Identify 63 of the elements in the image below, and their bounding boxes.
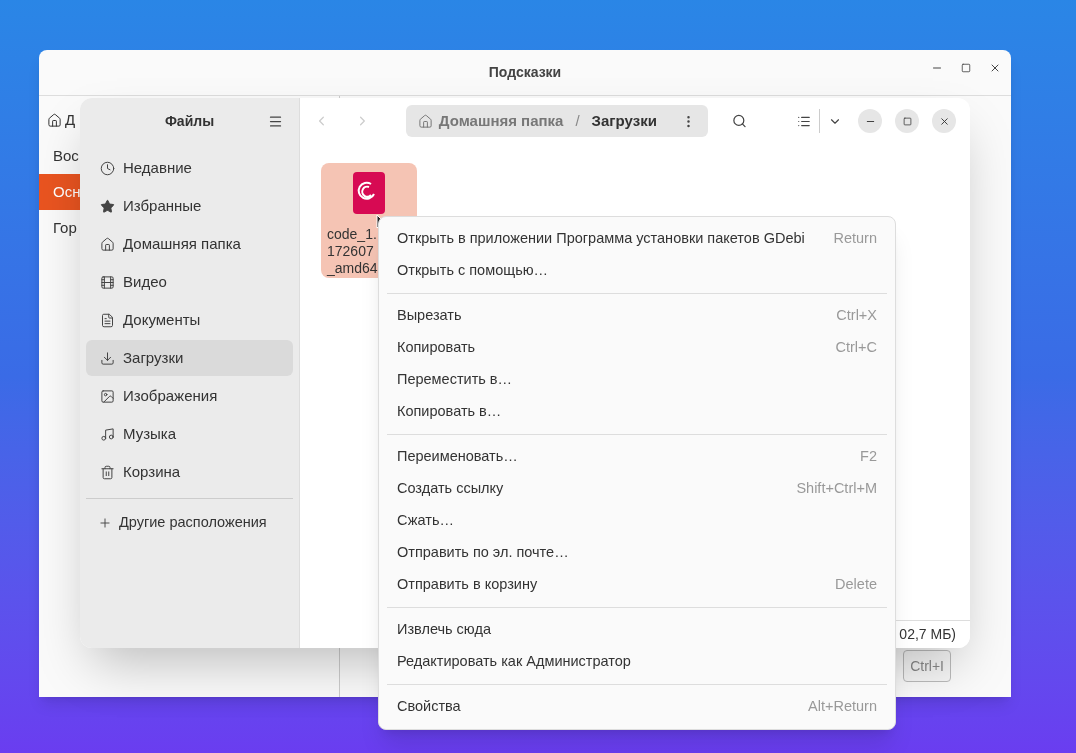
maximize-icon[interactable] xyxy=(961,63,971,73)
sidebar-title: Файлы xyxy=(164,111,215,131)
path-segment[interactable]: Домашняя папка xyxy=(438,109,564,133)
shortcut-label: F2 xyxy=(860,447,877,467)
file-name: _amd64 xyxy=(327,260,378,277)
sidebar-item[interactable]: Д xyxy=(39,102,80,138)
sidebar-item[interactable]: Избранные xyxy=(86,188,293,224)
shortcut-label: Alt+Return xyxy=(808,697,877,717)
close-icon xyxy=(938,115,950,127)
close-icon[interactable] xyxy=(989,62,1001,74)
shortcut-label: Ctrl+X xyxy=(836,306,877,326)
sidebar-item[interactable]: Другие расположения xyxy=(86,505,293,541)
package-icon xyxy=(353,172,385,214)
menu-item[interactable]: Копировать Ctrl+C xyxy=(387,332,887,364)
home-icon xyxy=(47,112,62,128)
window-title: Подсказки xyxy=(488,63,562,82)
file-name: 172607 xyxy=(327,243,375,260)
file-name: code_1. xyxy=(327,226,378,243)
menu-item[interactable]: Переименовать… F2 xyxy=(387,441,887,473)
maximize-icon xyxy=(902,116,912,126)
sidebar-item[interactable]: Вос xyxy=(39,138,80,174)
sidebar-item[interactable]: Домашняя папка xyxy=(86,226,293,262)
shortcut-label: Ctrl+C xyxy=(835,338,877,358)
sidebar-item[interactable]: Изображения xyxy=(86,378,293,414)
close-button[interactable] xyxy=(932,109,957,133)
clock-icon xyxy=(100,160,115,176)
maximize-button[interactable] xyxy=(895,109,920,133)
menu-item[interactable]: Отправить в корзину Delete xyxy=(387,569,887,601)
film-icon xyxy=(100,274,115,290)
menu-item[interactable]: Вырезать Ctrl+X xyxy=(387,300,887,332)
shortcut-label: Shift+Ctrl+M xyxy=(796,479,877,499)
menu-item[interactable]: Переместить в… xyxy=(387,364,887,396)
menu-item[interactable]: Создать ссылку Shift+Ctrl+M xyxy=(387,473,887,505)
sidebar-item[interactable]: Корзина xyxy=(86,454,293,490)
status-text: 02,7 МБ) xyxy=(899,625,956,644)
image-icon xyxy=(100,388,115,404)
sidebar-item[interactable]: Гор xyxy=(39,210,80,246)
sidebar-item[interactable]: Документы xyxy=(86,302,293,338)
home-icon xyxy=(417,113,433,129)
home-icon xyxy=(100,236,115,252)
path-separator: / xyxy=(575,110,580,131)
download-icon xyxy=(100,350,115,366)
document-icon xyxy=(100,312,115,328)
sidebar-item[interactable]: Видео xyxy=(86,264,293,300)
menu-item[interactable]: Редактировать как Администратор xyxy=(387,646,887,678)
star-icon xyxy=(100,198,115,214)
shortcut-label: Delete xyxy=(835,575,877,595)
menu-item[interactable]: Свойства Alt+Return xyxy=(387,691,887,723)
menu-item[interactable]: Сжать… xyxy=(387,505,887,537)
menu-item[interactable]: Извлечь сюда xyxy=(387,614,887,646)
sidebar-item[interactable]: Недавние xyxy=(86,150,293,186)
sidebar-item[interactable]: Загрузки xyxy=(86,340,293,376)
path-segment[interactable]: Загрузки xyxy=(591,109,657,133)
sidebar-item[interactable]: Осн xyxy=(39,174,80,210)
menu-item[interactable]: Копировать в… xyxy=(387,396,887,428)
trash-icon xyxy=(100,464,115,480)
menu-icon[interactable] xyxy=(268,113,283,129)
sidebar-item[interactable]: Музыка xyxy=(86,416,293,452)
search-icon[interactable] xyxy=(732,113,748,129)
shortcut-label: Return xyxy=(833,229,877,249)
menu-item[interactable]: Отправить по эл. почте… xyxy=(387,537,887,569)
music-note-icon xyxy=(100,426,115,442)
plus-icon xyxy=(98,516,112,530)
